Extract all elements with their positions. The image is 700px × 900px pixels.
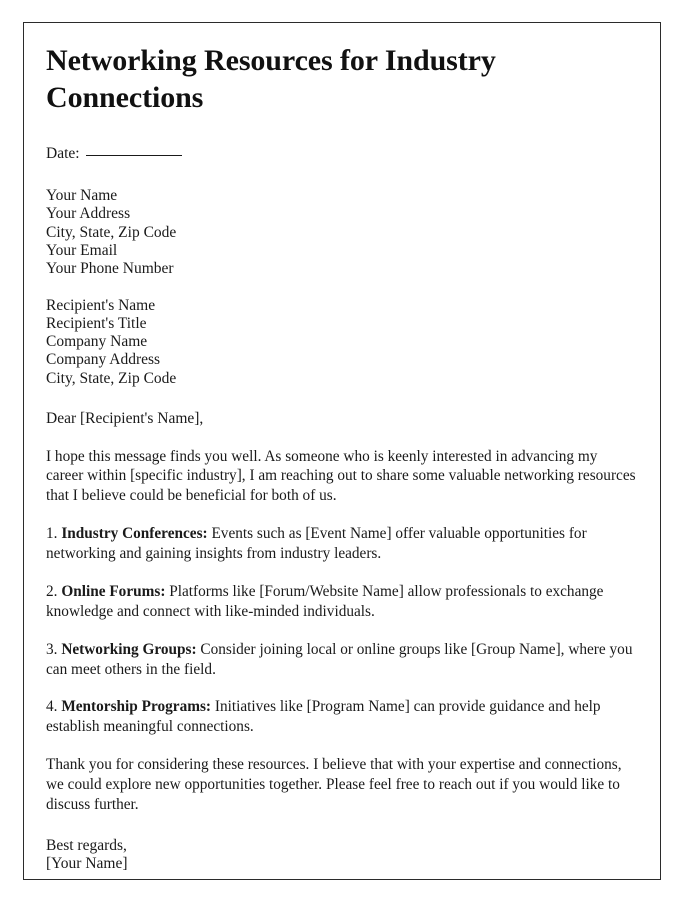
- page-title: Networking Resources for Industry Connec…: [46, 44, 496, 114]
- date-blank-line[interactable]: [85, 155, 182, 157]
- date-field: Date:: [46, 144, 638, 165]
- item-number: 3.: [46, 640, 58, 658]
- closing-paragraph: Thank you for considering these resource…: [46, 756, 622, 813]
- salutation: Dear [Recipient's Name],: [46, 409, 204, 427]
- item-number: 1.: [46, 525, 58, 543]
- list-item: 4. Mentorship Programs: Initiatives like…: [46, 697, 638, 737]
- sender-line: Your Address: [46, 205, 131, 223]
- document-body: Networking Resources for Industry Connec…: [46, 43, 638, 872]
- recipient-line: Company Address: [46, 351, 161, 369]
- list-item: 2. Online Forums: Platforms like [Forum/…: [46, 582, 638, 622]
- recipient-line: Recipient's Title: [46, 314, 147, 332]
- date-label: Date:: [46, 145, 80, 163]
- recipient-line: Recipient's Name: [46, 296, 156, 314]
- recipient-line: Company Name: [46, 333, 148, 351]
- item-label: Mentorship Programs:: [61, 698, 212, 716]
- sender-address-block: Your Name Your Address City, State, Zip …: [46, 187, 638, 278]
- item-label: Online Forums:: [61, 582, 166, 600]
- item-number: 2.: [46, 582, 58, 600]
- signoff: Best regards,: [46, 836, 127, 854]
- item-label: Industry Conferences:: [61, 525, 208, 543]
- signature-name: [Your Name]: [46, 855, 128, 873]
- list-item: 3. Networking Groups: Consider joining l…: [46, 640, 638, 680]
- sender-line: Your Email: [46, 241, 118, 259]
- list-item: 1. Industry Conferences: Events such as …: [46, 524, 638, 564]
- recipient-address-block: Recipient's Name Recipient's Title Compa…: [46, 297, 638, 388]
- item-number: 4.: [46, 698, 58, 716]
- recipient-line: City, State, Zip Code: [46, 369, 177, 387]
- sender-line: Your Name: [46, 187, 118, 205]
- sender-line: City, State, Zip Code: [46, 223, 177, 241]
- signature-block: Best regards, [Your Name]: [46, 837, 638, 874]
- sender-line: Your Phone Number: [46, 260, 174, 278]
- item-label: Networking Groups:: [61, 640, 197, 658]
- opening-paragraph: I hope this message finds you well. As s…: [46, 447, 636, 505]
- document-page: Networking Resources for Industry Connec…: [23, 22, 661, 880]
